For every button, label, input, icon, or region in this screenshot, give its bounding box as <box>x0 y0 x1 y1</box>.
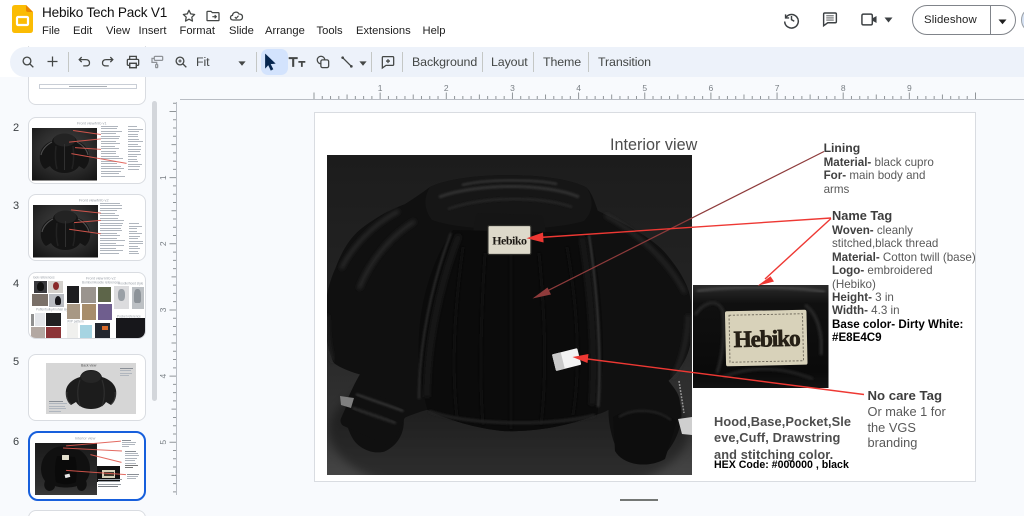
svg-text:3: 3 <box>158 307 168 312</box>
svg-text:9: 9 <box>907 83 912 93</box>
svg-text:1: 1 <box>158 175 168 180</box>
svg-text:Hebiko: Hebiko <box>492 233 527 247</box>
svg-text:1: 1 <box>378 83 383 93</box>
svg-text:8: 8 <box>841 83 846 93</box>
svg-text:6: 6 <box>709 83 714 93</box>
svg-text:7: 7 <box>775 83 780 93</box>
svg-text:Hebiko: Hebiko <box>733 326 800 353</box>
svg-text:4: 4 <box>576 83 581 93</box>
svg-text:4: 4 <box>158 373 168 378</box>
svg-text:3: 3 <box>510 83 515 93</box>
svg-text:2: 2 <box>444 83 449 93</box>
svg-text:5: 5 <box>158 440 168 445</box>
svg-text:5: 5 <box>642 83 647 93</box>
svg-text:2: 2 <box>158 241 168 246</box>
